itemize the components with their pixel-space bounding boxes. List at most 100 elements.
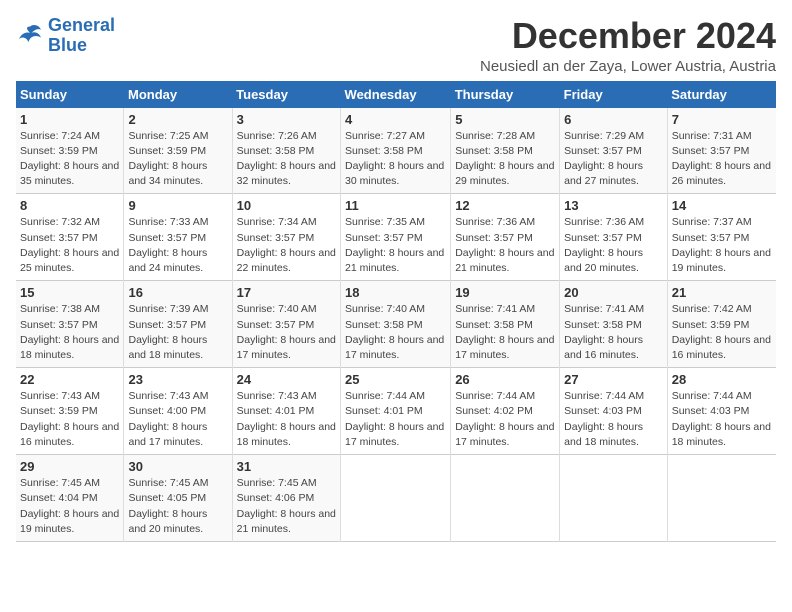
cell-info: Sunrise: 7:28 AMSunset: 3:58 PMDaylight:… [455,130,554,188]
cell-info: Sunrise: 7:39 AMSunset: 3:57 PMDaylight:… [128,303,208,361]
day-number: 13 [564,198,663,213]
logo-text: General Blue [48,16,115,56]
day-number: 16 [128,285,227,300]
calendar-cell: 21 Sunrise: 7:42 AMSunset: 3:59 PMDayligh… [667,281,776,368]
weekday-header-row: SundayMondayTuesdayWednesdayThursdayFrid… [16,81,776,108]
cell-info: Sunrise: 7:44 AMSunset: 4:03 PMDaylight:… [672,390,771,448]
day-number: 8 [20,198,119,213]
cell-info: Sunrise: 7:45 AMSunset: 4:04 PMDaylight:… [20,477,119,535]
logo: General Blue [16,16,115,56]
calendar-week-row-4: 22Sunrise: 7:43 AMSunset: 3:59 PMDayligh… [16,368,776,455]
day-number: 30 [128,459,227,474]
cell-info: Sunrise: 7:41 AMSunset: 3:58 PMDaylight:… [455,303,554,361]
day-number: 15 [20,285,119,300]
calendar-cell [341,455,451,542]
cell-info: Sunrise: 7:24 AMSunset: 3:59 PMDaylight:… [20,130,119,188]
calendar-cell [560,455,668,542]
calendar-table: SundayMondayTuesdayWednesdayThursdayFrid… [16,81,776,542]
calendar-cell: 8 Sunrise: 7:32 AMSunset: 3:57 PMDaylight… [16,194,124,281]
day-number: 21 [672,285,772,300]
calendar-cell: 25 Sunrise: 7:44 AMSunset: 4:01 PMDayligh… [341,368,451,455]
cell-info: Sunrise: 7:40 AMSunset: 3:57 PMDaylight:… [237,303,336,361]
cell-info: Sunrise: 7:45 AMSunset: 4:05 PMDaylight:… [128,477,208,535]
calendar-cell: 10Sunrise: 7:34 AMSunset: 3:57 PMDayligh… [232,194,340,281]
cell-info: Sunrise: 7:32 AMSunset: 3:57 PMDaylight:… [20,216,119,274]
calendar-cell: 23Sunrise: 7:43 AMSunset: 4:00 PMDayligh… [124,368,232,455]
day-number: 26 [455,372,555,387]
calendar-cell: 12 Sunrise: 7:36 AMSunset: 3:57 PMDayligh… [451,194,560,281]
cell-info: Sunrise: 7:34 AMSunset: 3:57 PMDaylight:… [237,216,336,274]
calendar-week-row-3: 15 Sunrise: 7:38 AMSunset: 3:57 PMDayligh… [16,281,776,368]
day-number: 24 [237,372,336,387]
calendar-week-row-2: 8 Sunrise: 7:32 AMSunset: 3:57 PMDaylight… [16,194,776,281]
cell-info: Sunrise: 7:42 AMSunset: 3:59 PMDaylight:… [672,303,771,361]
cell-info: Sunrise: 7:44 AMSunset: 4:02 PMDaylight:… [455,390,554,448]
day-number: 11 [345,198,446,213]
day-number: 14 [672,198,772,213]
location-subtitle: Neusiedl an der Zaya, Lower Austria, Aus… [480,58,776,75]
calendar-cell: 6 Sunrise: 7:29 AMSunset: 3:57 PMDaylight… [560,108,668,194]
calendar-cell: 30 Sunrise: 7:45 AMSunset: 4:05 PMDayligh… [124,455,232,542]
cell-info: Sunrise: 7:44 AMSunset: 4:01 PMDaylight:… [345,390,444,448]
calendar-cell: 5Sunrise: 7:28 AMSunset: 3:58 PMDaylight… [451,108,560,194]
cell-info: Sunrise: 7:36 AMSunset: 3:57 PMDaylight:… [455,216,554,274]
calendar-cell: 15 Sunrise: 7:38 AMSunset: 3:57 PMDayligh… [16,281,124,368]
day-number: 9 [128,198,227,213]
calendar-cell: 2Sunrise: 7:25 AMSunset: 3:59 PMDaylight… [124,108,232,194]
day-number: 18 [345,285,446,300]
calendar-cell: 31Sunrise: 7:45 AMSunset: 4:06 PMDayligh… [232,455,340,542]
day-number: 25 [345,372,446,387]
calendar-cell: 19 Sunrise: 7:41 AMSunset: 3:58 PMDayligh… [451,281,560,368]
calendar-cell: 1Sunrise: 7:24 AMSunset: 3:59 PMDaylight… [16,108,124,194]
cell-info: Sunrise: 7:43 AMSunset: 4:01 PMDaylight:… [237,390,336,448]
day-number: 27 [564,372,663,387]
weekday-header-wednesday: Wednesday [341,81,451,108]
day-number: 28 [672,372,772,387]
calendar-cell: 27 Sunrise: 7:44 AMSunset: 4:03 PMDayligh… [560,368,668,455]
day-number: 4 [345,112,446,127]
day-number: 20 [564,285,663,300]
calendar-week-row-1: 1Sunrise: 7:24 AMSunset: 3:59 PMDaylight… [16,108,776,194]
cell-info: Sunrise: 7:29 AMSunset: 3:57 PMDaylight:… [564,130,644,188]
logo-bird-icon [16,22,44,50]
calendar-cell: 28 Sunrise: 7:44 AMSunset: 4:03 PMDayligh… [667,368,776,455]
day-number: 7 [672,112,772,127]
cell-info: Sunrise: 7:37 AMSunset: 3:57 PMDaylight:… [672,216,771,274]
day-number: 6 [564,112,663,127]
weekday-header-friday: Friday [560,81,668,108]
calendar-cell: 24 Sunrise: 7:43 AMSunset: 4:01 PMDayligh… [232,368,340,455]
cell-info: Sunrise: 7:35 AMSunset: 3:57 PMDaylight:… [345,216,444,274]
calendar-cell: 11 Sunrise: 7:35 AMSunset: 3:57 PMDayligh… [341,194,451,281]
weekday-header-thursday: Thursday [451,81,560,108]
cell-info: Sunrise: 7:41 AMSunset: 3:58 PMDaylight:… [564,303,644,361]
day-number: 19 [455,285,555,300]
calendar-cell: 22Sunrise: 7:43 AMSunset: 3:59 PMDayligh… [16,368,124,455]
day-number: 17 [237,285,336,300]
weekday-header-sunday: Sunday [16,81,124,108]
calendar-cell: 3 Sunrise: 7:26 AMSunset: 3:58 PMDaylight… [232,108,340,194]
month-title: December 2024 [480,16,776,56]
cell-info: Sunrise: 7:27 AMSunset: 3:58 PMDaylight:… [345,130,444,188]
cell-info: Sunrise: 7:36 AMSunset: 3:57 PMDaylight:… [564,216,644,274]
calendar-cell [667,455,776,542]
cell-info: Sunrise: 7:44 AMSunset: 4:03 PMDaylight:… [564,390,644,448]
cell-info: Sunrise: 7:26 AMSunset: 3:58 PMDaylight:… [237,130,336,188]
weekday-header-monday: Monday [124,81,232,108]
cell-info: Sunrise: 7:31 AMSunset: 3:57 PMDaylight:… [672,130,771,188]
weekday-header-tuesday: Tuesday [232,81,340,108]
page-header: General Blue December 2024 Neusiedl an d… [16,16,776,75]
cell-info: Sunrise: 7:38 AMSunset: 3:57 PMDaylight:… [20,303,119,361]
day-number: 12 [455,198,555,213]
day-number: 3 [237,112,336,127]
cell-info: Sunrise: 7:45 AMSunset: 4:06 PMDaylight:… [237,477,336,535]
cell-info: Sunrise: 7:25 AMSunset: 3:59 PMDaylight:… [128,130,208,188]
calendar-cell: 26 Sunrise: 7:44 AMSunset: 4:02 PMDayligh… [451,368,560,455]
cell-info: Sunrise: 7:43 AMSunset: 3:59 PMDaylight:… [20,390,119,448]
cell-info: Sunrise: 7:33 AMSunset: 3:57 PMDaylight:… [128,216,208,274]
cell-info: Sunrise: 7:40 AMSunset: 3:58 PMDaylight:… [345,303,444,361]
calendar-cell: 16 Sunrise: 7:39 AMSunset: 3:57 PMDayligh… [124,281,232,368]
title-block: December 2024 Neusiedl an der Zaya, Lowe… [480,16,776,75]
calendar-cell: 29Sunrise: 7:45 AMSunset: 4:04 PMDayligh… [16,455,124,542]
calendar-cell: 9 Sunrise: 7:33 AMSunset: 3:57 PMDaylight… [124,194,232,281]
calendar-cell: 20 Sunrise: 7:41 AMSunset: 3:58 PMDayligh… [560,281,668,368]
